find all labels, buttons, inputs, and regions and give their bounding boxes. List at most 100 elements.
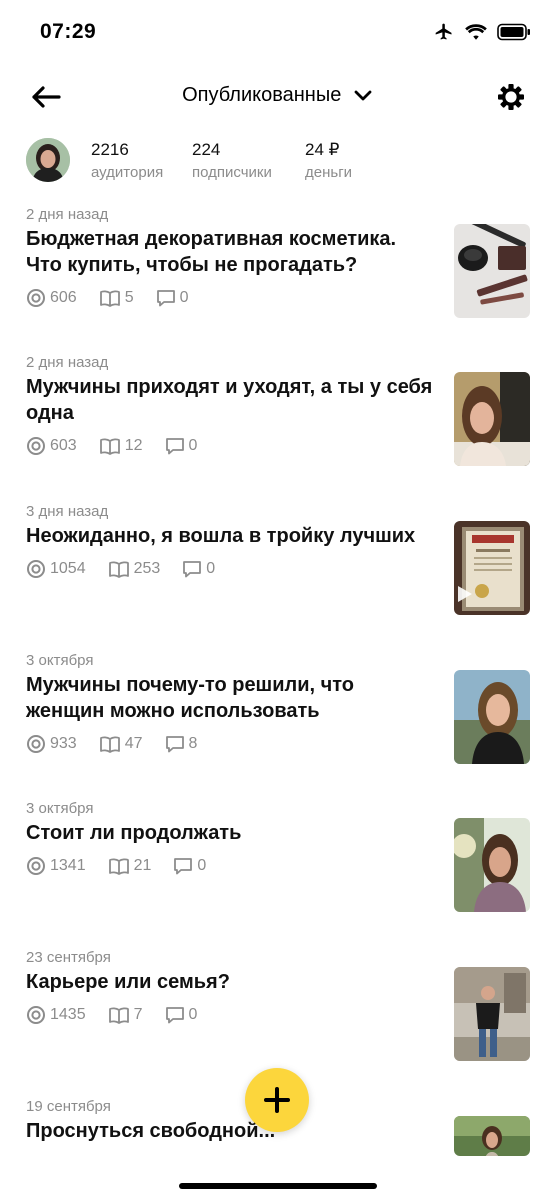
comment-icon	[165, 1007, 184, 1024]
thumbnail-image	[454, 521, 530, 615]
eye-icon	[27, 857, 45, 875]
comments-count: 8	[188, 735, 198, 752]
views-metric: 1341	[26, 856, 86, 876]
reads-metric: 253	[108, 560, 161, 578]
views-count: 606	[50, 289, 77, 306]
gear-icon	[498, 84, 524, 110]
comments-metric: 0	[173, 857, 206, 875]
book-icon	[108, 1007, 129, 1024]
post-item[interactable]: 3 октября Мужчины почему-то решили, что …	[26, 652, 530, 772]
book-icon	[108, 858, 129, 875]
comments-metric: 0	[182, 560, 215, 578]
post-metrics: 1435 7 0	[26, 1005, 219, 1025]
home-indicator	[179, 1183, 377, 1189]
post-title: Мужчины приходят и уходят, а ты у себя о…	[26, 376, 433, 424]
views-metric: 933	[26, 734, 77, 754]
post-thumbnail	[454, 818, 530, 912]
reads-metric: 47	[99, 735, 143, 753]
stat-audience-label: аудитория	[91, 164, 164, 181]
stat-audience: 2216 аудитория	[91, 138, 163, 184]
comments-metric: 0	[165, 437, 198, 455]
reads-count: 21	[133, 857, 152, 874]
post-thumbnail	[454, 967, 530, 1061]
views-metric: 1435	[26, 1005, 86, 1025]
avatar[interactable]	[26, 138, 70, 182]
plus-icon	[264, 1087, 290, 1113]
comments-metric: 8	[165, 735, 198, 753]
post-title: Стоит ли продолжать	[26, 822, 242, 844]
post-item[interactable]: 3 октября Стоит ли продолжать 1341 21 0	[26, 800, 530, 920]
profile-stats: 2216 аудитория 224 подписчики 24 ₽ деньг…	[26, 138, 531, 186]
post-item[interactable]: 2 дня назад Бюджетная декоративная косме…	[26, 206, 530, 326]
book-icon	[99, 290, 120, 307]
stat-money-label: деньги	[305, 164, 353, 181]
eye-icon	[27, 289, 45, 307]
comments-metric: 0	[165, 1006, 198, 1024]
post-date: 2 дня назад	[26, 354, 109, 371]
eye-icon	[27, 735, 45, 753]
post-date: 3 октября	[26, 800, 94, 817]
reads-count: 5	[124, 289, 134, 306]
reads-metric: 7	[108, 1006, 143, 1024]
battery-icon	[497, 23, 530, 41]
wifi-icon	[465, 24, 487, 40]
stat-subscribers: 224 подписчики	[192, 138, 272, 184]
comments-metric: 0	[156, 289, 189, 307]
post-date: 3 дня назад	[26, 503, 109, 520]
status-bar: 07:29	[0, 0, 555, 66]
post-metrics: 606 5 0	[26, 288, 211, 308]
post-metrics: 603 12 0	[26, 436, 219, 456]
post-date: 19 сентября	[26, 1098, 111, 1115]
stat-money: 24 ₽ деньги	[305, 138, 352, 184]
eye-icon	[27, 560, 45, 578]
post-metrics: 1341 21 0	[26, 856, 228, 876]
views-count: 933	[50, 735, 77, 752]
post-item[interactable]: 3 дня назад Неожиданно, я вошла в тройку…	[26, 503, 530, 623]
book-icon	[99, 438, 120, 455]
post-title: Карьере или семья?	[26, 971, 230, 993]
thumbnail-image	[454, 967, 530, 1061]
stat-audience-value: 2216	[91, 140, 129, 159]
views-metric: 1054	[26, 559, 86, 579]
views-count: 603	[50, 437, 77, 454]
filter-dropdown[interactable]: Опубликованные	[0, 84, 555, 107]
thumbnail-image	[454, 1116, 530, 1156]
status-time: 07:29	[40, 20, 97, 43]
thumbnail-image	[454, 224, 530, 318]
reads-count: 253	[133, 560, 161, 577]
reads-count: 12	[124, 437, 143, 454]
comments-count: 0	[206, 560, 216, 577]
reads-metric: 5	[99, 289, 134, 307]
book-icon	[99, 736, 120, 753]
comments-count: 0	[188, 437, 198, 454]
post-thumbnail	[454, 224, 530, 318]
reads-count: 7	[133, 1006, 143, 1023]
thumbnail-image	[454, 818, 530, 912]
post-item[interactable]: 23 сентября Карьере или семья? 1435 7 0	[26, 949, 530, 1069]
nav-title: Опубликованные	[182, 84, 342, 106]
comment-icon	[156, 290, 175, 307]
comment-icon	[183, 561, 202, 578]
add-post-button[interactable]	[245, 1068, 309, 1132]
status-icons	[433, 22, 531, 42]
post-thumbnail	[454, 521, 530, 615]
post-title: Мужчины почему-то решили, что женщин мож…	[26, 674, 354, 722]
nav-bar: Опубликованные	[0, 72, 555, 122]
reads-count: 47	[124, 735, 143, 752]
post-thumbnail	[454, 670, 530, 764]
views-metric: 606	[26, 288, 77, 308]
chevron-down-icon	[354, 90, 372, 101]
comments-count: 0	[197, 857, 207, 874]
post-item[interactable]: 2 дня назад Мужчины приходят и уходят, а…	[26, 354, 530, 474]
book-icon	[108, 561, 129, 578]
comments-count: 0	[188, 1006, 198, 1023]
settings-button[interactable]	[495, 79, 527, 115]
stat-subscribers-label: подписчики	[192, 164, 272, 181]
post-date: 2 дня назад	[26, 206, 109, 223]
thumbnail-image	[454, 670, 530, 764]
post-date: 3 октября	[26, 652, 94, 669]
post-metrics: 933 47 8	[26, 734, 219, 754]
stat-money-value: 24 ₽	[305, 140, 340, 159]
comment-icon	[174, 858, 193, 875]
views-metric: 603	[26, 436, 77, 456]
